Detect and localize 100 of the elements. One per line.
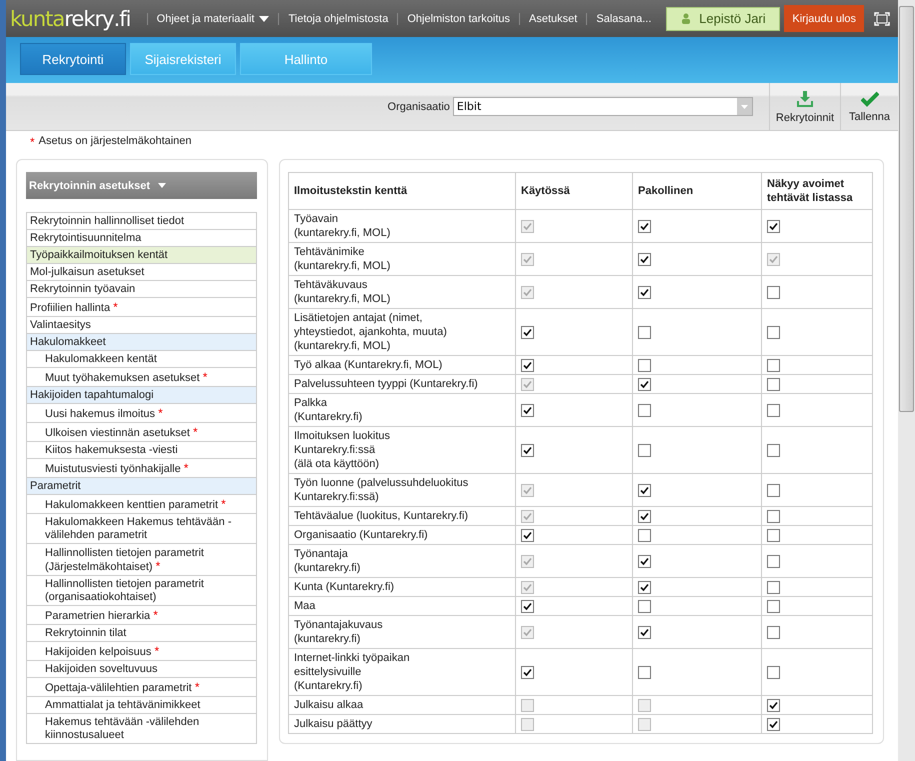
table-cell: Internet-linkki työpaikan esittelysivuille (Kuntarekry.fi) [288, 648, 516, 696]
sidebar-item[interactable]: Rekrytoinnin hallinnolliset tiedot [27, 213, 256, 230]
caret-icon [259, 16, 270, 22]
scrollbar[interactable] [898, 0, 915, 761]
asterisk: * [221, 497, 226, 511]
checkbox[interactable] [638, 378, 652, 391]
organisation-label: Organisaatio [388, 100, 450, 112]
tab[interactable]: Rekrytointi [20, 43, 126, 75]
checkbox[interactable] [638, 484, 652, 497]
table-cell: Tehtäväkuvaus (kuntarekry.fi, MOL) [288, 276, 516, 308]
menu-link[interactable]: Salasana... [586, 12, 660, 24]
sidebar-item[interactable]: Hakijoiden soveltuvuus [27, 661, 256, 678]
checkbox[interactable] [767, 510, 780, 523]
menu-link[interactable]: Asetukset [519, 12, 586, 24]
table-cell: Työn luonne (palvelussuhdeluokitus Kuntarekry.fi:ssä) [288, 474, 516, 506]
checkbox[interactable] [521, 444, 534, 457]
checkbox[interactable] [638, 404, 652, 417]
asterisk: * [202, 370, 208, 384]
table-cell: Maa [288, 596, 516, 616]
checkbox[interactable] [767, 600, 780, 613]
menu-link[interactable]: Ohjeet ja materiaalit [146, 12, 278, 24]
asterisk: * [194, 680, 200, 694]
menu-link[interactable]: Tietoja ohjelmistosta [278, 12, 398, 24]
checkbox[interactable] [767, 326, 780, 339]
menu-link[interactable]: Ohjelmiston tarkoitus [397, 12, 520, 24]
sidebar-item[interactable]: Mol-julkaisun asetukset [27, 264, 256, 281]
table-cell: Organisaatio (Kuntarekry.fi) [288, 526, 516, 544]
sidebar-item[interactable]: Ammattialat ja tehtävänimikkeet [27, 697, 256, 714]
checkbox[interactable] [767, 358, 780, 372]
checkbox[interactable] [767, 484, 780, 497]
checkbox[interactable] [521, 600, 534, 613]
logout-button[interactable]: Kirjaudu ulos [784, 5, 864, 32]
column-header: Käytössä [516, 172, 633, 210]
checkbox[interactable] [638, 554, 652, 568]
checkbox[interactable] [521, 326, 534, 339]
fullscreen-icon[interactable] [874, 12, 890, 26]
checkbox[interactable] [521, 358, 534, 372]
checkbox[interactable] [767, 554, 780, 568]
asterisk: * [113, 300, 118, 314]
checkbox[interactable] [638, 286, 652, 299]
table-cell: Tehtäväalue (luokitus, Kuntarekry.fi) [288, 506, 516, 526]
column-header: Näkyy avoimet tehtävät listassa [762, 172, 872, 210]
caret-icon [158, 183, 166, 188]
checkbox[interactable] [767, 444, 780, 457]
checkbox[interactable] [767, 698, 780, 712]
sidebar-title[interactable]: Rekrytoinnin asetukset [26, 172, 257, 199]
checkbox[interactable] [521, 666, 534, 679]
table-cell: Julkaisu päättyy [288, 714, 516, 734]
download-button[interactable]: Rekrytoinnit [768, 83, 840, 130]
sidebar-item[interactable]: Hallinnollisten tietojen parametrit (organisaatiokohtaiset) [27, 576, 256, 606]
table-cell: Ilmoituksen luokitus Kuntarekry.fi:ssä (älä ota käyttöön) [288, 426, 516, 474]
sidebar-item[interactable]: Rekrytoinnin työavain [27, 281, 256, 298]
sidebar-item[interactable]: Hakulomakkeen kentät [27, 351, 256, 368]
checkbox[interactable] [638, 326, 652, 339]
checkbox[interactable] [767, 404, 780, 417]
asterisk: * [153, 608, 158, 622]
table-cell: Tehtävänimike (kuntarekry.fi, MOL) [288, 242, 516, 276]
checkbox[interactable] [767, 666, 780, 679]
sidebar-item[interactable]: Hakulomakkeet [27, 334, 256, 351]
sidebar-item[interactable]: Valintaesitys [27, 317, 256, 334]
sidebar-item[interactable]: Työpaikkailmoituksen kentät [27, 247, 256, 264]
checkbox[interactable] [638, 444, 652, 457]
checkbox[interactable] [767, 718, 780, 731]
user-button[interactable]: Lepistö Jari [666, 6, 780, 30]
checkbox[interactable] [638, 600, 652, 613]
checkbox[interactable] [767, 220, 780, 233]
sidebar-item[interactable]: Kiitos hakemuksesta -viesti [27, 442, 256, 459]
table-cell: Lisätietojen antajat (nimet, yhteystiedot, ajankohta, muuta) (kuntarekry.fi, MOL) [288, 308, 516, 356]
sidebar-item[interactable]: Hakemus tehtävään -välilehden kiinnostusalueet [27, 714, 256, 744]
checkbox[interactable] [767, 286, 780, 299]
checkbox[interactable] [638, 510, 652, 523]
checkbox[interactable] [521, 404, 534, 417]
column-header: Pakollinen [632, 172, 762, 210]
caret-icon [740, 104, 748, 108]
checkbox[interactable] [638, 358, 652, 372]
table-cell: Työ alkaa (Kuntarekry.fi, MOL) [288, 356, 516, 374]
checkbox[interactable] [638, 626, 652, 639]
checkbox[interactable] [767, 528, 780, 542]
person-icon [681, 13, 692, 24]
checkbox[interactable] [638, 666, 652, 679]
download-icon [796, 90, 814, 108]
checkbox[interactable] [521, 528, 534, 542]
sidebar-item[interactable]: Rekrytointisuunnitelma [27, 230, 256, 247]
checkbox[interactable] [767, 580, 780, 594]
logo[interactable]: kuntarekry.fi [10, 6, 130, 30]
checkmark-icon [860, 90, 878, 106]
table-cell: Kunta (Kuntarekry.fi) [288, 578, 516, 596]
checkbox[interactable] [767, 378, 780, 391]
checkbox[interactable] [638, 220, 652, 233]
checkbox[interactable] [638, 580, 652, 594]
sidebar-item[interactable]: Parametrit [27, 478, 256, 495]
checkbox[interactable] [638, 528, 652, 542]
column-header: Ilmoitustekstin kenttä [288, 172, 516, 210]
checkbox[interactable] [638, 252, 652, 266]
table-cell: Julkaisu alkaa [288, 696, 516, 714]
sidebar-item[interactable]: Rekrytoinnin tilat [27, 625, 256, 642]
sidebar-item[interactable]: Hakulomakkeen Hakemus tehtävään -välilehden parametrit [27, 514, 256, 544]
organisation-select[interactable]: Elbit [452, 97, 753, 116]
sidebar-item[interactable]: Hakijoiden tapahtumalogi [27, 387, 256, 404]
checkbox[interactable] [767, 626, 780, 639]
